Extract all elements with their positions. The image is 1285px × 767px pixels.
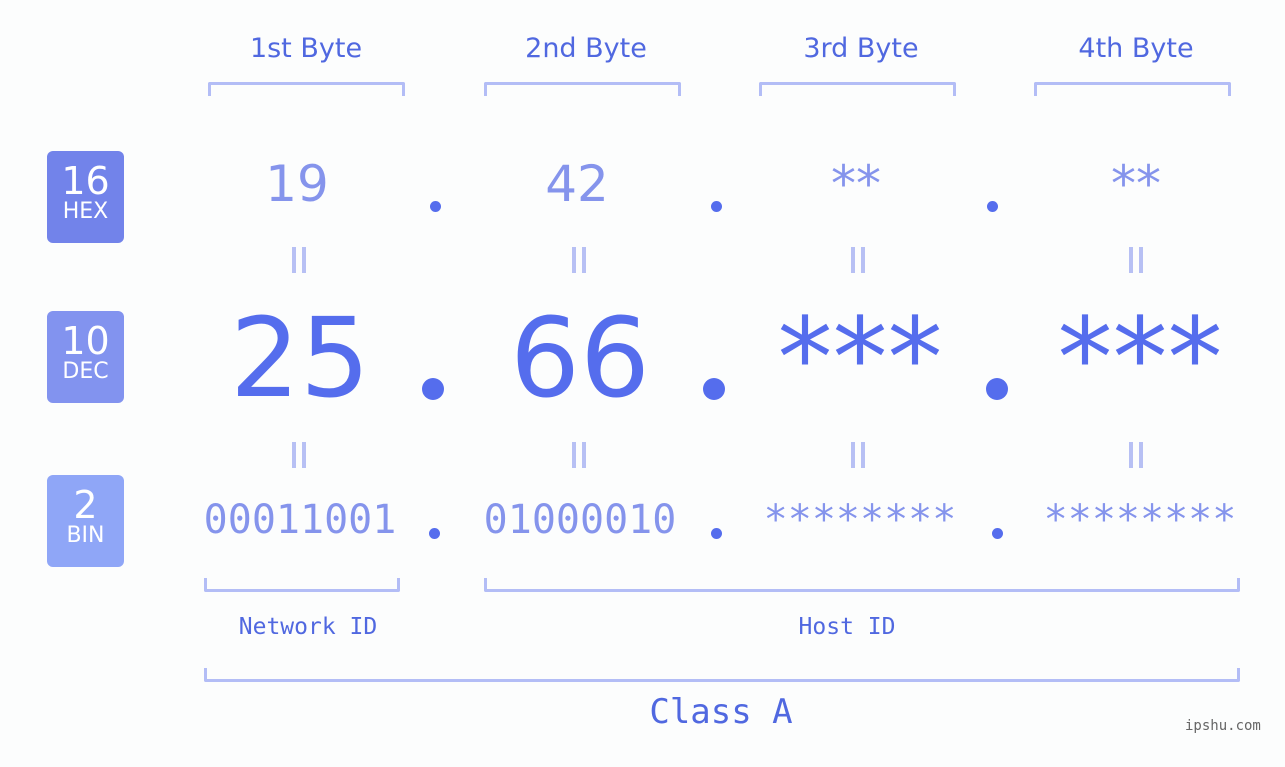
equals-icon <box>1128 247 1144 273</box>
byte-bracket-4 <box>1034 82 1231 96</box>
dec-dot-separator <box>703 378 725 400</box>
host-id-label: Host ID <box>798 614 896 640</box>
bin-badge: 2 BIN <box>47 475 124 567</box>
dec-dot-separator <box>986 378 1008 400</box>
class-bracket <box>204 668 1240 682</box>
dec-octet-1: 25 <box>230 294 370 422</box>
dec-badge: 10 DEC <box>47 311 124 403</box>
bin-octet-1: 00011001 <box>203 497 397 543</box>
byte-header-1: 1st Byte <box>249 33 363 64</box>
dec-badge-number: 10 <box>61 319 110 363</box>
byte-header-4: 4th Byte <box>1078 33 1194 64</box>
hex-octet-1: 19 <box>265 155 329 213</box>
dec-dot-separator <box>422 378 444 400</box>
hex-octet-3: ** <box>831 155 881 213</box>
bin-octet-4: ******** <box>1043 497 1237 543</box>
hex-dot-separator <box>430 201 441 212</box>
dec-octet-4: *** <box>1057 294 1223 422</box>
dec-octet-2: 66 <box>510 294 650 422</box>
host-id-bracket <box>484 578 1240 592</box>
equals-icon <box>850 442 866 468</box>
byte-bracket-3 <box>759 82 956 96</box>
equals-icon <box>850 247 866 273</box>
dec-badge-label: DEC <box>62 359 109 384</box>
hex-dot-separator <box>711 201 722 212</box>
equals-icon <box>1128 442 1144 468</box>
bin-octet-2: 01000010 <box>483 497 677 543</box>
bin-badge-label: BIN <box>66 523 105 548</box>
equals-icon <box>291 247 307 273</box>
byte-bracket-1 <box>208 82 405 96</box>
byte-header-3: 3rd Byte <box>803 33 919 64</box>
hex-badge-label: HEX <box>62 199 109 224</box>
hex-dot-separator <box>987 201 998 212</box>
hex-badge-number: 16 <box>61 159 110 203</box>
byte-header-2: 2nd Byte <box>525 33 647 64</box>
byte-bracket-2 <box>484 82 681 96</box>
hex-badge: 16 HEX <box>47 151 124 243</box>
network-id-label: Network ID <box>238 614 378 640</box>
bin-octet-3: ******** <box>763 497 957 543</box>
network-id-bracket <box>204 578 400 592</box>
bin-dot-separator <box>711 528 722 539</box>
equals-icon <box>571 247 587 273</box>
dec-octet-3: *** <box>777 294 943 422</box>
hex-octet-4: ** <box>1111 155 1161 213</box>
class-label: Class A <box>649 692 793 732</box>
bin-dot-separator <box>992 528 1003 539</box>
equals-icon <box>571 442 587 468</box>
bin-dot-separator <box>429 528 440 539</box>
bin-badge-number: 2 <box>73 483 98 527</box>
watermark: ipshu.com <box>1185 718 1261 734</box>
hex-octet-2: 42 <box>545 155 609 213</box>
equals-icon <box>291 442 307 468</box>
